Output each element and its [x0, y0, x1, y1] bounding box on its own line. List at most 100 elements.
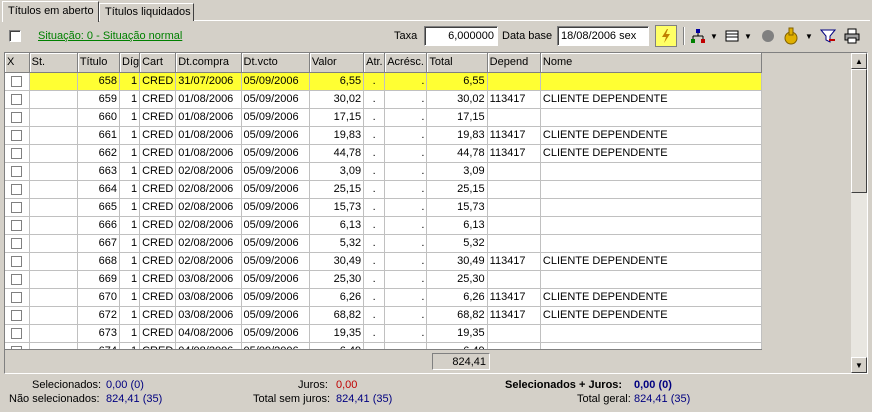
cell-atr: . [363, 288, 386, 307]
cell-dt-compra: 02/08/2006 [175, 216, 242, 235]
col-header-dt-compra[interactable]: Dt.compra [175, 53, 242, 73]
cell-x[interactable] [5, 90, 30, 109]
cell-nome [540, 216, 763, 235]
col-header-st[interactable]: St. [29, 53, 78, 73]
row-select-checkbox[interactable] [11, 255, 23, 267]
col-header-cart[interactable]: Cart [139, 53, 177, 73]
data-base-input[interactable]: 18/08/2006 sex [557, 26, 649, 46]
hierarchy-dropdown-arrow[interactable]: ▼ [709, 25, 719, 47]
cell-nome [540, 198, 763, 217]
toolbar-separator [683, 27, 685, 45]
row-select-checkbox[interactable] [11, 183, 23, 195]
cell-x[interactable] [5, 288, 30, 307]
scroll-down-button[interactable]: ▼ [851, 357, 867, 373]
scroll-thumb[interactable] [851, 69, 867, 193]
col-header-x[interactable]: X [5, 53, 30, 73]
col-header-titulo[interactable]: Título [77, 53, 121, 73]
cell-x[interactable] [5, 270, 30, 289]
cell-total: 6,26 [426, 288, 488, 307]
cell-x[interactable] [5, 306, 30, 325]
cell-x[interactable] [5, 144, 30, 163]
print-button[interactable] [842, 25, 862, 47]
col-header-valor[interactable]: Valor [309, 53, 365, 73]
col-header-dt-vcto[interactable]: Dt.vcto [241, 53, 310, 73]
table-row[interactable]: 666 1 CRED 02/08/2006 05/09/2006 6,13.. 6,13 [5, 216, 763, 235]
row-select-checkbox[interactable] [11, 327, 23, 339]
row-select-checkbox[interactable] [11, 273, 23, 285]
row-select-checkbox[interactable] [11, 219, 23, 231]
cell-atr: . [363, 270, 386, 289]
table-row[interactable]: 672 1 CRED 03/08/2006 05/09/2006 68,82.. 68,82… [5, 306, 763, 325]
cell-st [29, 144, 78, 163]
cell-x[interactable] [5, 198, 30, 217]
table-row[interactable]: 662 1 CRED 01/08/2006 05/09/2006 44,78.. 44,78… [5, 144, 763, 163]
scroll-up-button[interactable]: ▲ [851, 53, 867, 69]
filter-button[interactable] [818, 25, 838, 47]
col-header-total[interactable]: Total [426, 53, 488, 73]
cell-x[interactable] [5, 216, 30, 235]
cell-total: 68,82 [426, 306, 488, 325]
table-row[interactable]: 661 1 CRED 01/08/2006 05/09/2006 19,83.. 19,83… [5, 126, 763, 145]
cell-cart: CRED [139, 126, 177, 145]
row-select-checkbox[interactable] [11, 129, 23, 141]
tab-titulos-liquidados[interactable]: Títulos liquidados [99, 3, 194, 21]
record-button[interactable] [758, 25, 778, 47]
row-select-checkbox[interactable] [11, 165, 23, 177]
cell-x[interactable] [5, 234, 30, 253]
table-row[interactable]: 667 1 CRED 02/08/2006 05/09/2006 5,32.. 5,32 [5, 234, 763, 253]
lightning-button[interactable] [655, 25, 677, 47]
vertical-scrollbar[interactable]: ▲ ▼ [851, 53, 867, 373]
col-header-acresc[interactable]: Acrésc. [384, 53, 428, 73]
table-row[interactable]: 665 1 CRED 02/08/2006 05/09/2006 15,73.. 15,73 [5, 198, 763, 217]
table-row[interactable]: 659 1 CRED 01/08/2006 05/09/2006 30,02.. 30,02… [5, 90, 763, 109]
table-row[interactable]: 658 1 CRED 31/07/2006 05/09/2006 6,55.. 6,55 [5, 72, 763, 91]
situacao-checkbox[interactable] [9, 30, 21, 42]
col-header-nome[interactable]: Nome [540, 53, 763, 73]
cell-depend [487, 234, 541, 253]
mouse-dropdown-arrow[interactable]: ▼ [804, 25, 814, 47]
situacao-link[interactable]: Situação: 0 - Situação normal [38, 30, 182, 42]
total-sem-juros-label: Total sem juros: [253, 393, 331, 405]
mouse-button[interactable] [780, 25, 802, 47]
table-row[interactable]: 673 1 CRED 04/08/2006 05/09/2006 19,35.. 19,35 [5, 324, 763, 343]
cell-x[interactable] [5, 180, 30, 199]
table-row[interactable]: 664 1 CRED 02/08/2006 05/09/2006 25,15.. 25,15 [5, 180, 763, 199]
cell-nome [540, 324, 763, 343]
hierarchy-button[interactable] [688, 25, 708, 47]
table-row[interactable]: 668 1 CRED 02/08/2006 05/09/2006 30,49.. 30,49… [5, 252, 763, 271]
cell-titulo: 667 [77, 234, 121, 253]
cell-valor: 6,26 [309, 288, 365, 307]
col-header-atr[interactable]: Atr. [363, 53, 386, 73]
cell-st [29, 162, 78, 181]
cell-x[interactable] [5, 126, 30, 145]
row-select-checkbox[interactable] [11, 111, 23, 123]
cell-titulo: 662 [77, 144, 121, 163]
cell-x[interactable] [5, 252, 30, 271]
columns-button[interactable] [722, 25, 742, 47]
table-row[interactable]: 670 1 CRED 03/08/2006 05/09/2006 6,26.. 6,26 11… [5, 288, 763, 307]
cell-x[interactable] [5, 72, 30, 91]
row-select-checkbox[interactable] [11, 93, 23, 105]
cell-x[interactable] [5, 324, 30, 343]
taxa-input[interactable]: 6,000000 [424, 26, 498, 46]
table-row[interactable]: 669 1 CRED 03/08/2006 05/09/2006 25,30.. 25,30 [5, 270, 763, 289]
row-select-checkbox[interactable] [11, 147, 23, 159]
table-row[interactable]: 663 1 CRED 02/08/2006 05/09/2006 3,09.. 3,09 [5, 162, 763, 181]
mouse-icon [784, 27, 798, 45]
col-header-dig[interactable]: Díg [119, 53, 141, 73]
cell-x[interactable] [5, 108, 30, 127]
row-select-checkbox[interactable] [11, 237, 23, 249]
cell-x[interactable] [5, 162, 30, 181]
row-select-checkbox[interactable] [11, 201, 23, 213]
cell-nome [540, 234, 763, 253]
cell-dig: 1 [119, 306, 141, 325]
cell-atr: . [363, 198, 386, 217]
columns-dropdown-arrow[interactable]: ▼ [743, 25, 753, 47]
row-select-checkbox[interactable] [11, 309, 23, 321]
cell-titulo: 659 [77, 90, 121, 109]
table-row[interactable]: 660 1 CRED 01/08/2006 05/09/2006 17,15.. 17,15 [5, 108, 763, 127]
row-select-checkbox[interactable] [11, 291, 23, 303]
tab-titulos-em-aberto[interactable]: Títulos em aberto [2, 1, 99, 22]
col-header-depend[interactable]: Depend [487, 53, 541, 73]
row-select-checkbox[interactable] [11, 75, 23, 87]
